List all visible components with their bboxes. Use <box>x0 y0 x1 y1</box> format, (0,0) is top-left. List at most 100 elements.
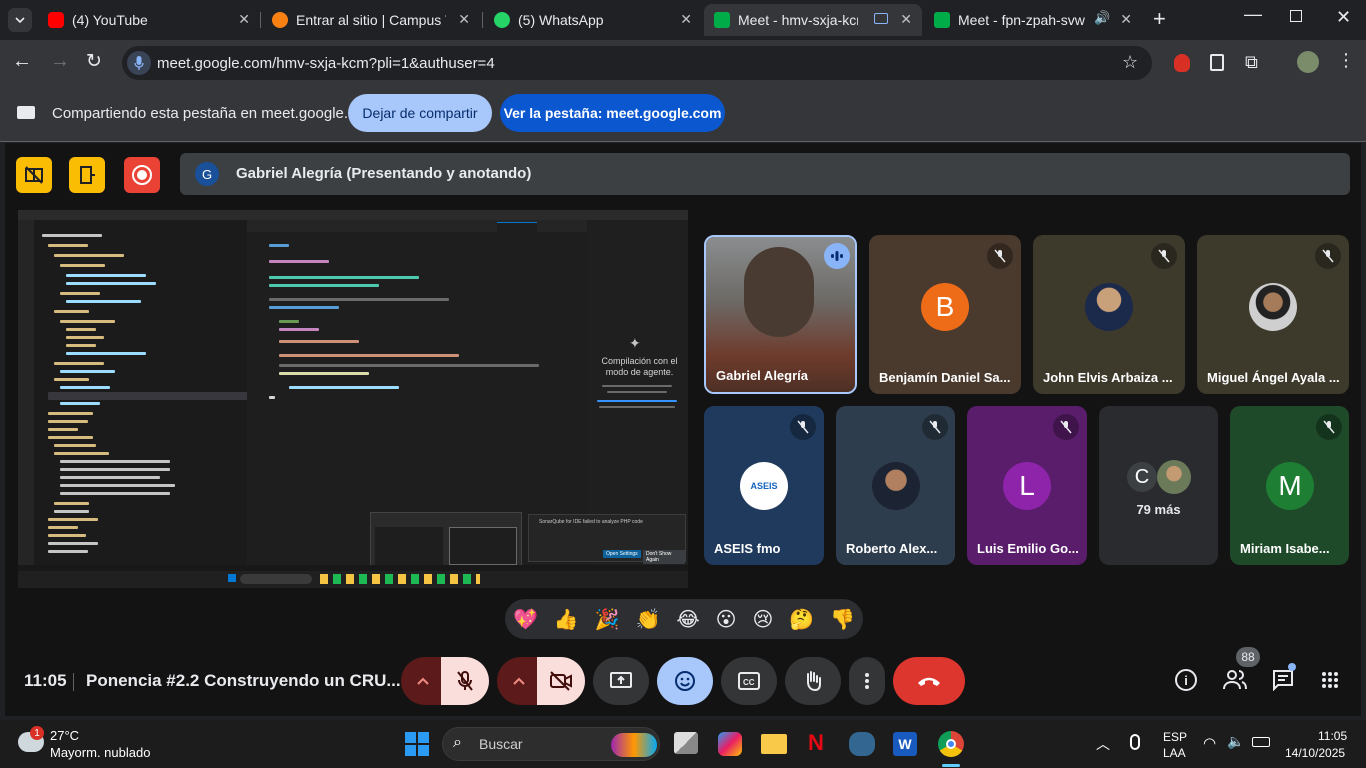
chat-icon[interactable] <box>1272 669 1294 692</box>
back-button[interactable]: ← <box>12 50 32 73</box>
close-tab-icon[interactable]: ✕ <box>900 11 912 28</box>
presentation-layout-button[interactable] <box>16 157 52 193</box>
mic-toggle-button[interactable] <box>441 657 489 705</box>
extension-red-icon[interactable] <box>1174 54 1190 72</box>
forward-button[interactable]: → <box>50 50 70 73</box>
participant-photo <box>872 462 920 510</box>
meet-icon <box>714 12 730 28</box>
present-screen-button[interactable] <box>593 657 649 705</box>
participant-tile[interactable]: Roberto Alex... <box>836 406 955 565</box>
more-participants-tile[interactable]: C 79 más <box>1099 406 1218 565</box>
more-vert-icon <box>865 673 869 689</box>
site-info-icon[interactable] <box>127 51 151 75</box>
battery-icon[interactable] <box>1252 737 1270 747</box>
clock-time[interactable]: 11:05 <box>1318 729 1347 743</box>
file-explorer-icon[interactable] <box>761 734 787 754</box>
start-button[interactable] <box>405 732 429 756</box>
muted-mic-icon <box>1315 243 1341 269</box>
clipboard-extension-icon[interactable] <box>1210 54 1224 71</box>
reaction-thinking[interactable]: 🤔 <box>789 607 814 632</box>
address-bar[interactable]: meet.google.com/hmv-sxja-kcm?pli=1&authu… <box>122 46 1152 80</box>
mic-options-button[interactable] <box>401 657 445 705</box>
tab-whatsapp[interactable]: (5) WhatsApp ✕ <box>484 4 702 36</box>
extensions-puzzle-icon[interactable]: ⧉ <box>1245 52 1258 73</box>
people-icon[interactable] <box>1222 669 1248 691</box>
tray-chevron-icon[interactable]: ︿ <box>1096 734 1110 754</box>
taskbar-search[interactable]: ⌕ Buscar <box>442 727 660 761</box>
activities-grid-icon[interactable] <box>1321 671 1339 689</box>
vscode-activitybar <box>18 220 34 565</box>
participant-tile[interactable]: ASEIS ASEIS fmo <box>704 406 824 565</box>
taskbar-thumbnails <box>370 512 522 568</box>
raise-hand-button[interactable] <box>785 657 841 705</box>
bookmark-star-icon[interactable]: ☆ <box>1122 52 1138 73</box>
participant-tile[interactable]: L Luis Emilio Go... <box>967 406 1087 565</box>
participant-tile-speaker[interactable]: Gabriel Alegría <box>704 235 857 394</box>
reaction-laugh[interactable]: 😂 <box>676 607 699 632</box>
browser-menu-icon[interactable]: ⋮ <box>1337 50 1355 71</box>
svg-text:CC: CC <box>743 678 755 687</box>
tab-meet-active[interactable]: Meet - hmv-sxja-kcm ✕ <box>704 4 922 36</box>
profile-avatar[interactable] <box>1297 51 1319 73</box>
reaction-party[interactable]: 🎉 <box>595 607 620 632</box>
close-tab-icon[interactable]: ✕ <box>238 11 250 28</box>
tab-search-button[interactable] <box>8 8 32 32</box>
clock-date[interactable]: 14/10/2025 <box>1285 746 1345 760</box>
participant-tile[interactable]: Miguel Ángel Ayala ... <box>1197 235 1349 394</box>
tab-sharing-bar: Compartiendo esta pestaña en meet.google… <box>0 86 1366 142</box>
presenter-bar: G Gabriel Alegría (Presentando y anotand… <box>180 153 1350 195</box>
chrome-icon[interactable] <box>938 731 964 757</box>
meeting-details-icon[interactable]: i <box>1175 669 1197 691</box>
present-icon <box>610 672 632 688</box>
word-icon[interactable]: W <box>893 732 917 756</box>
stop-sharing-button[interactable]: Dejar de compartir <box>348 94 492 132</box>
emoji-reactions-button[interactable] <box>657 657 713 705</box>
door-exit-button[interactable] <box>69 157 105 193</box>
muted-mic-icon <box>1151 243 1177 269</box>
whatsapp-icon <box>494 12 510 28</box>
tab-meet-2[interactable]: Meet - fpn-zpah-svw 🔊 ✕ <box>924 4 1142 36</box>
reaction-sad[interactable]: 😢 <box>752 607 773 632</box>
more-options-button[interactable] <box>849 657 885 705</box>
language-secondary[interactable]: LAA <box>1163 746 1186 760</box>
restore-button[interactable] <box>1290 10 1302 22</box>
new-tab-button[interactable]: + <box>1153 6 1166 32</box>
close-tab-icon[interactable]: ✕ <box>680 11 692 28</box>
minimize-button[interactable]: — <box>1244 4 1262 25</box>
reaction-sparkling-heart[interactable]: 💖 <box>513 607 538 632</box>
task-view-icon[interactable] <box>674 732 698 754</box>
view-tab-button[interactable]: Ver la pestaña: meet.google.com <box>500 94 725 132</box>
muted-mic-icon <box>1053 414 1079 440</box>
mic-tray-icon[interactable] <box>1130 734 1140 750</box>
wifi-icon[interactable]: ◠ <box>1203 734 1216 752</box>
camera-off-icon <box>550 671 572 691</box>
participant-tile[interactable]: M Miriam Isabe... <box>1230 406 1349 565</box>
participant-tile[interactable]: John Elvis Arbaiza ... <box>1033 235 1185 394</box>
leave-call-button[interactable] <box>893 657 965 705</box>
reaction-thumbs-down[interactable]: 👎 <box>830 607 855 632</box>
participant-name: ASEIS fmo <box>714 541 781 556</box>
close-tab-icon[interactable]: ✕ <box>458 11 470 28</box>
search-icon: ⌕ <box>453 734 462 751</box>
tab-youtube[interactable]: (4) YouTube ✕ <box>38 4 260 36</box>
people-count-badge: 88 <box>1236 647 1260 667</box>
netflix-icon[interactable]: N <box>808 730 824 756</box>
close-window-button[interactable]: ✕ <box>1336 7 1351 28</box>
camera-options-button[interactable] <box>497 657 541 705</box>
participant-tile[interactable]: B Benjamín Daniel Sa... <box>869 235 1021 394</box>
copilot-icon[interactable] <box>718 732 742 756</box>
language-primary[interactable]: ESP <box>1163 730 1187 744</box>
reaction-clap[interactable]: 👏 <box>636 607 661 632</box>
recording-button[interactable] <box>124 157 160 193</box>
camera-toggle-button[interactable] <box>537 657 585 705</box>
volume-icon[interactable]: 🔈 <box>1227 733 1244 750</box>
close-tab-icon[interactable]: ✕ <box>1120 11 1132 28</box>
captions-button[interactable]: CC <box>721 657 777 705</box>
database-app-icon[interactable] <box>849 732 875 756</box>
reaction-thumbs-up[interactable]: 👍 <box>554 607 579 632</box>
door-icon <box>80 166 95 184</box>
reaction-surprised[interactable]: 😮 <box>716 607 737 632</box>
screen-share-tab-icon <box>874 13 888 24</box>
tab-campus-virtual[interactable]: Entrar al sitio | Campus Virtu ✕ <box>262 4 480 36</box>
reload-button[interactable]: ↻ <box>86 50 102 73</box>
